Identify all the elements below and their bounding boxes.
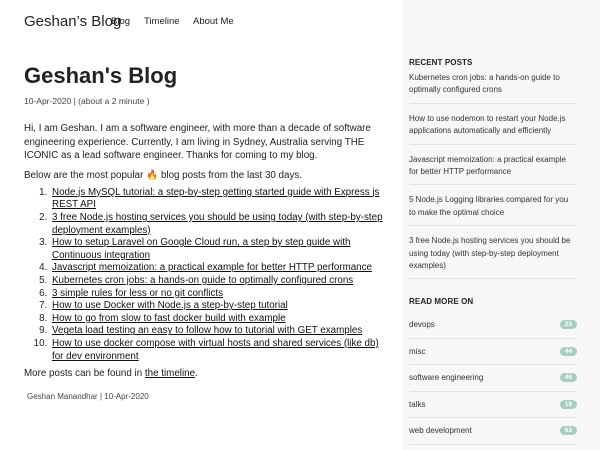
recent-post-link[interactable]: 5 Node.js Logging libraries compared for… (409, 192, 577, 227)
tag-name: talks (409, 399, 426, 409)
lead-text-before: Below are the most popular (24, 169, 144, 181)
tag-list: devops 23 misc 44 software engineering 4… (409, 312, 577, 445)
list-item: 3 free Node.js hosting services you shou… (50, 212, 390, 237)
tag-name: devops (409, 320, 435, 330)
tag-link-devops[interactable]: devops 23 (409, 312, 577, 339)
tag-name: web development (409, 426, 472, 436)
more-posts-text: More posts can be found in the timeline. (24, 367, 390, 380)
post-link[interactable]: How to use docker compose with virtual h… (52, 338, 379, 362)
list-item: How to setup Laravel on Google Cloud run… (50, 237, 390, 262)
tag-link-software-engineering[interactable]: software engineering 46 (409, 365, 577, 392)
nav-link-about-me[interactable]: About Me (193, 16, 234, 27)
recent-post-link[interactable]: Kubernetes cron jobs: a hands-on guide t… (409, 70, 577, 104)
post-link[interactable]: 3 simple rules for less or no git confli… (52, 288, 223, 299)
recent-post-link[interactable]: 3 free Node.js hosting services you shou… (409, 233, 577, 280)
post-link[interactable]: Javascript memoization: a practical exam… (52, 262, 372, 273)
recent-post-link[interactable]: How to use nodemon to restart your Node.… (409, 111, 577, 145)
main-content: Geshan's Blog 10-Apr-2020 | (about a 2 m… (24, 62, 390, 401)
popular-posts-lead: Below are the most popular 🔥 blog posts … (24, 169, 390, 182)
tag-link-misc[interactable]: misc 44 (409, 339, 577, 365)
recent-posts-heading: RECENT POSTS (409, 58, 473, 67)
post-link[interactable]: Vegeta load testing an easy to follow ho… (52, 325, 362, 336)
tag-link-web-development[interactable]: web development 63 (409, 418, 577, 445)
list-item: How to use docker compose with virtual h… (50, 338, 390, 363)
list-item: 3 simple rules for less or no git confli… (50, 288, 390, 301)
read-more-heading: READ MORE ON (409, 297, 474, 306)
popular-posts-list: Node.js MySQL tutorial: a step-by-step g… (24, 187, 390, 363)
list-item: Javascript memoization: a practical exam… (50, 262, 390, 275)
post-link[interactable]: How to setup Laravel on Google Cloud run… (52, 237, 350, 261)
tag-name: software engineering (409, 373, 484, 383)
recent-posts-list: Kubernetes cron jobs: a hands-on guide t… (409, 70, 577, 286)
post-link[interactable]: How to use Docker with Node.js a step-by… (52, 300, 288, 311)
list-item: How to use Docker with Node.js a step-by… (50, 300, 390, 313)
post-link[interactable]: Kubernetes cron jobs: a hands-on guide t… (52, 275, 353, 286)
intro-paragraph: Hi, I am Geshan. I am a software enginee… (24, 123, 371, 162)
list-item: Kubernetes cron jobs: a hands-on guide t… (50, 275, 390, 288)
tag-count-badge: 19 (559, 399, 577, 409)
tag-link-talks[interactable]: talks 19 (409, 392, 577, 418)
fire-icon: 🔥 (146, 169, 159, 181)
list-item: Node.js MySQL tutorial: a step-by-step g… (50, 187, 390, 212)
lead-text-after: blog posts from the last 30 days. (160, 169, 302, 181)
tag-count-badge: 63 (559, 426, 577, 436)
tag-count-badge: 23 (559, 320, 577, 330)
post-meta: 10-Apr-2020 | (about a 2 minute ) (24, 96, 150, 106)
recent-post-link[interactable]: Javascript memoization: a practical exam… (409, 152, 577, 186)
list-item: How to go from slow to fast docker build… (50, 313, 390, 326)
author-meta: Geshan Manandhar | 10-Apr-2020 (27, 392, 149, 402)
post-link[interactable]: 3 free Node.js hosting services you shou… (52, 212, 383, 236)
sidebar: RECENT POSTS Kubernetes cron jobs: a han… (402, 0, 600, 450)
tag-name: misc (409, 346, 426, 356)
brand-link[interactable]: Geshan’s Blog (24, 13, 121, 30)
tag-count-badge: 46 (559, 373, 577, 383)
timeline-link[interactable]: the timeline (145, 368, 195, 379)
nav-link-timeline[interactable]: Timeline (144, 16, 180, 27)
more-suffix: . (195, 368, 198, 380)
post-link[interactable]: How to go from slow to fast docker build… (52, 313, 286, 324)
nav-link-blog[interactable]: Blog (111, 16, 130, 27)
tag-count-badge: 44 (559, 346, 577, 356)
page-title: Geshan's Blog (24, 63, 178, 88)
list-item: Vegeta load testing an easy to follow ho… (50, 325, 390, 338)
more-prefix: More posts can be found in (24, 368, 143, 380)
post-link[interactable]: Node.js MySQL tutorial: a step-by-step g… (52, 187, 379, 211)
